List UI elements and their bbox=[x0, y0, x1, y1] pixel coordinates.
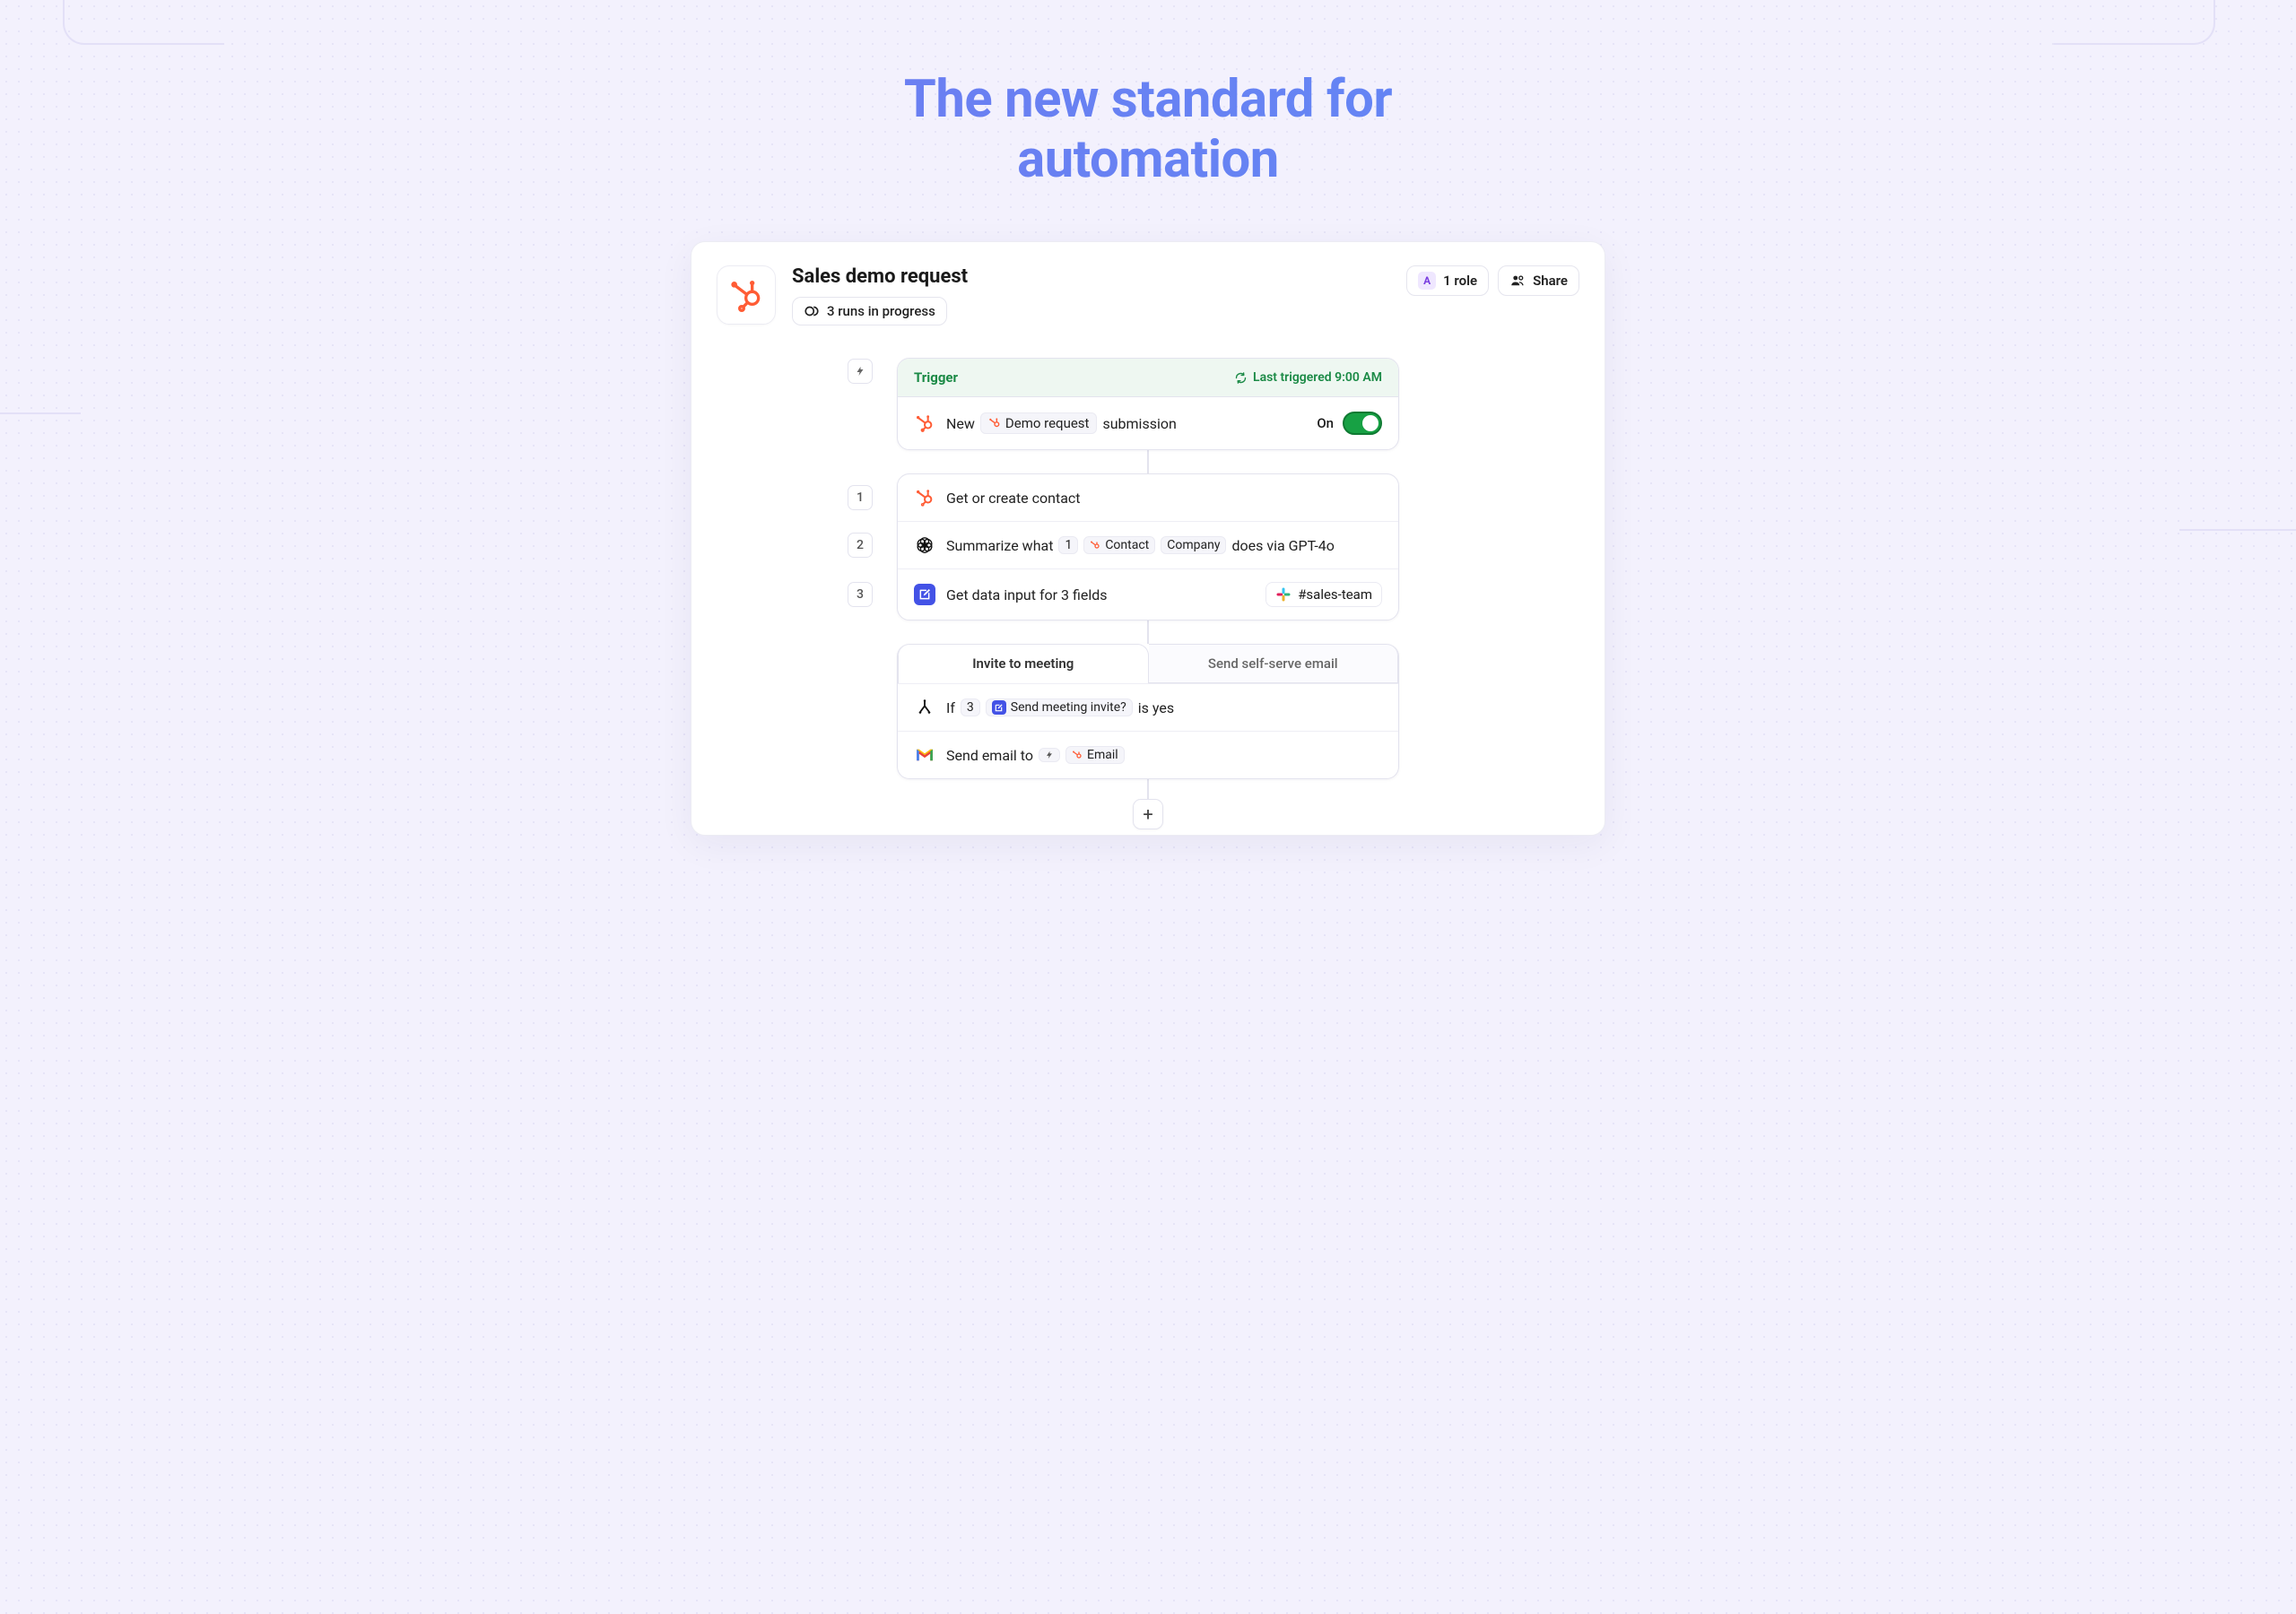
share-button[interactable]: Share bbox=[1498, 265, 1579, 296]
form-icon bbox=[994, 703, 1004, 713]
step-4[interactable]: 4 Send email to Email bbox=[898, 731, 1398, 778]
step-badge-3: 3 bbox=[848, 582, 873, 607]
company-token: Company bbox=[1161, 536, 1226, 554]
workflow-panel: Sales demo request 3 runs in progress A … bbox=[691, 241, 1605, 836]
slack-channel-pill[interactable]: #sales-team bbox=[1265, 582, 1382, 607]
bolt-icon bbox=[1045, 750, 1054, 760]
step-4-prefix: Send email to bbox=[946, 747, 1033, 764]
cond-prefix: If bbox=[946, 699, 955, 716]
role-chip[interactable]: A 1 role bbox=[1406, 265, 1489, 296]
headline-line-2: automation bbox=[1017, 129, 1279, 190]
step-2-suffix: does via GPT-4o bbox=[1231, 537, 1334, 554]
trigger-text-prefix: New bbox=[946, 415, 975, 432]
step-badge-trigger bbox=[848, 359, 873, 384]
trigger-card[interactable]: Trigger Last triggered 9:00 AM New Demo … bbox=[897, 358, 1399, 450]
step-1-label: Get or create contact bbox=[946, 490, 1081, 507]
add-step-button[interactable]: + bbox=[1133, 799, 1163, 829]
email-token: Email bbox=[1065, 746, 1125, 764]
openai-icon bbox=[914, 534, 935, 556]
trigger-heading: Trigger bbox=[914, 369, 958, 386]
hubspot-icon bbox=[914, 487, 935, 508]
cond-suffix: is yes bbox=[1138, 699, 1174, 716]
workflow-logo bbox=[717, 265, 776, 325]
form-icon bbox=[914, 584, 935, 605]
slack-channel-label: #sales-team bbox=[1298, 586, 1372, 603]
hubspot-icon bbox=[1090, 540, 1100, 551]
toggle-label: On bbox=[1317, 415, 1334, 431]
email-token-label: Email bbox=[1087, 748, 1118, 762]
hubspot-icon bbox=[1072, 750, 1083, 760]
step-2-prefix: Summarize what bbox=[946, 537, 1053, 554]
runs-in-progress-pill[interactable]: 3 runs in progress bbox=[792, 297, 947, 325]
step-badge-1: 1 bbox=[848, 485, 873, 510]
gmail-icon bbox=[914, 744, 935, 766]
steps-card: 1 Get or create contact 2 Summarize what… bbox=[897, 473, 1399, 620]
step-1[interactable]: 1 Get or create contact bbox=[898, 474, 1398, 521]
demo-request-token: Demo request bbox=[980, 412, 1098, 434]
contact-token: Contact bbox=[1083, 536, 1155, 554]
trigger-toggle[interactable] bbox=[1343, 412, 1382, 435]
trigger-ref-token bbox=[1039, 748, 1060, 762]
share-label: Share bbox=[1533, 273, 1568, 289]
step-3-label: Get data input for 3 fields bbox=[946, 586, 1108, 603]
branch-condition[interactable]: If 3 Send meeting invite? is yes bbox=[898, 683, 1398, 731]
trigger-text-suffix: submission bbox=[1102, 415, 1176, 432]
hubspot-icon bbox=[728, 277, 764, 313]
trigger-last-run: Last triggered 9:00 AM bbox=[1234, 370, 1382, 385]
slack-icon bbox=[1275, 586, 1292, 603]
role-badge: A bbox=[1418, 272, 1436, 290]
branch-icon bbox=[914, 697, 935, 718]
branch-tab-selfserve[interactable]: Send self-serve email bbox=[1149, 644, 1399, 683]
decorative-corner bbox=[2179, 529, 2296, 655]
workflow-title: Sales demo request bbox=[792, 265, 1390, 288]
step-3[interactable]: 3 Get data input for 3 fields #sales-tea… bbox=[898, 568, 1398, 620]
connector-line bbox=[1147, 450, 1149, 473]
hubspot-icon bbox=[988, 417, 1001, 430]
cond-step-ref: 3 bbox=[961, 699, 980, 716]
role-label: 1 role bbox=[1443, 273, 1477, 289]
step-ref-token: 1 bbox=[1058, 536, 1078, 554]
decorative-corner bbox=[63, 0, 224, 45]
bolt-icon bbox=[855, 365, 865, 377]
contact-token-label: Contact bbox=[1105, 538, 1149, 552]
people-icon bbox=[1509, 273, 1526, 289]
runs-icon bbox=[804, 303, 820, 319]
headline-line-1: The new standard for bbox=[904, 69, 1392, 130]
decorative-corner bbox=[0, 412, 81, 538]
connector-line bbox=[1147, 779, 1149, 799]
cond-field-token: Send meeting invite? bbox=[986, 699, 1133, 716]
step-2[interactable]: 2 Summarize what 1 Contact Company does … bbox=[898, 521, 1398, 568]
runs-label: 3 runs in progress bbox=[827, 303, 935, 319]
sync-icon bbox=[1234, 371, 1248, 385]
page-headline: The new standard for automation bbox=[0, 0, 2296, 189]
cond-token-label: Send meeting invite? bbox=[1011, 700, 1126, 715]
connector-line bbox=[1147, 620, 1149, 644]
hubspot-icon bbox=[914, 412, 935, 434]
branch-card: Invite to meeting Send self-serve email … bbox=[897, 644, 1399, 779]
step-badge-2: 2 bbox=[848, 533, 873, 558]
decorative-corner bbox=[2054, 0, 2215, 45]
trigger-last-label: Last triggered 9:00 AM bbox=[1253, 370, 1382, 385]
trigger-token-label: Demo request bbox=[1005, 415, 1090, 431]
branch-tab-invite[interactable]: Invite to meeting bbox=[898, 644, 1149, 683]
